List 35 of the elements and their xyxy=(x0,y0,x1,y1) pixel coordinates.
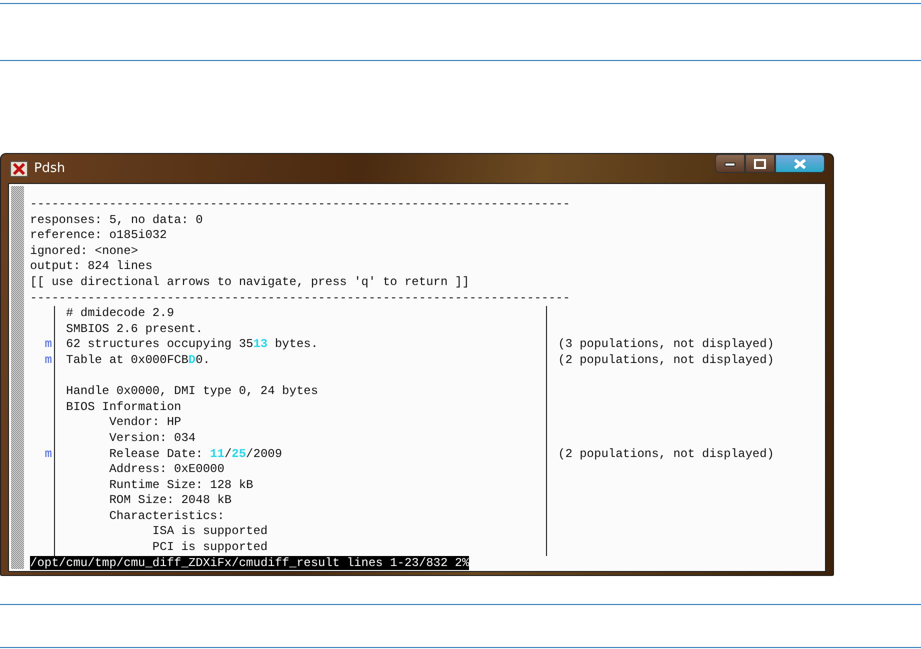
output-line: --------------------------------------------------------------------------- xyxy=(30,197,572,213)
output-line: responses: 5, no data: 0 xyxy=(30,212,204,228)
minimize-icon xyxy=(724,160,736,168)
diff-marker: m xyxy=(44,446,52,460)
diff-line: Address: 0xE0000 xyxy=(54,462,547,478)
diff-line: ISA is supported xyxy=(54,524,547,540)
diff-line: ROM Size: 2048 kB xyxy=(54,493,547,509)
output-line: --------------------------------------------------------------------------- xyxy=(30,290,572,306)
close-icon xyxy=(793,158,807,168)
diff-marker: m xyxy=(44,337,52,352)
diff-line: Characteristics: xyxy=(54,508,547,524)
diff-line: 62 structures occupying 3513 bytes. xyxy=(54,337,547,353)
diff-line: BIOS Information xyxy=(54,400,547,416)
diff-line: Vendor: HP xyxy=(54,415,547,431)
diff-note: (2 populations, not displayed) xyxy=(558,446,774,460)
diff-note: (3 populations, not displayed) xyxy=(558,337,774,352)
output-line: ignored: <none> xyxy=(30,244,140,260)
output-line: output: 824 lines xyxy=(30,259,154,275)
output-line: reference: o185i032 xyxy=(30,228,168,244)
diff-line: SMBIOS 2.6 present. xyxy=(54,322,547,338)
output-line: [[ use directional arrows to navigate, press 'q' to return ]] xyxy=(30,274,470,291)
diff-line: # dmidecode 2.9 xyxy=(54,306,547,322)
minimize-button[interactable] xyxy=(715,154,745,173)
x-logo-icon xyxy=(10,160,28,176)
diff-marker: m xyxy=(44,352,52,367)
maximize-button[interactable] xyxy=(745,154,775,173)
diff-note: (2 populations, not displayed) xyxy=(558,352,774,367)
diff-line: Handle 0x0000, DMI type 0, 24 bytes xyxy=(54,384,547,400)
maximize-icon xyxy=(754,158,766,168)
diff-line: Release Date: 11/25/2009 xyxy=(54,446,547,462)
diff-line: Runtime Size: 128 kB xyxy=(54,478,547,494)
close-button[interactable] xyxy=(775,154,825,173)
window-title: Pdsh xyxy=(34,161,66,176)
diff-line: Version: 034 xyxy=(54,430,547,446)
diff-line: Table at 0x000FCBD0. xyxy=(54,352,547,369)
